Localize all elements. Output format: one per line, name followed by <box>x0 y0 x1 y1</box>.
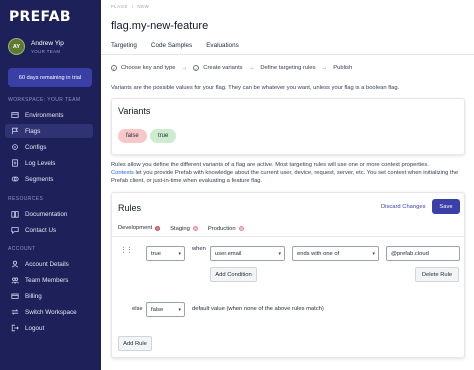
variant-false[interactable]: false <box>118 129 147 143</box>
breadcrumb: FLAGS / NEW <box>111 4 153 9</box>
sidebar-item-flags[interactable]: Flags <box>5 124 93 138</box>
variants-card: Variants false true <box>111 98 465 155</box>
default-value-select[interactable]: false ▾ <box>146 302 185 317</box>
status-dot-icon <box>155 225 161 231</box>
sidebar-item-label: Flags <box>25 127 41 135</box>
step-choose-key: ✓ Choose key and type <box>111 65 176 71</box>
delete-rule-button[interactable]: Delete Rule <box>415 267 459 282</box>
environments-icon <box>11 111 19 119</box>
else-label: else <box>132 306 143 312</box>
prefab-logo[interactable]: PREFAB <box>9 9 71 25</box>
sidebar-item-segments[interactable]: Segments <box>5 172 93 186</box>
sidebar-item-label: Configs <box>25 143 47 151</box>
sidebar-item-label: Logout <box>25 324 45 332</box>
check-circle-icon: ✓ <box>111 65 117 71</box>
discard-changes-button[interactable]: Discard Changes <box>381 204 425 210</box>
trial-banner[interactable]: 60 days remaining in trial <box>8 68 92 87</box>
sidebar-item-label: Account Details <box>25 260 69 268</box>
variant-true[interactable]: true <box>150 129 177 143</box>
user-profile[interactable]: AY Andrew Yip YOUR TEAM <box>8 38 64 55</box>
arrow-right-icon: → <box>321 65 328 71</box>
when-label: when <box>192 246 206 252</box>
log-icon <box>11 159 19 167</box>
variants-heading: Variants <box>118 106 151 116</box>
flag-icon <box>11 127 19 135</box>
contexts-link[interactable]: Contexts <box>111 170 134 176</box>
sidebar-item-account-details[interactable]: Account Details <box>5 257 93 271</box>
sidebar-item-label: Environments <box>25 111 64 119</box>
match-value-input[interactable]: @prefab.cloud <box>386 246 460 261</box>
status-dot-icon <box>192 226 198 231</box>
add-rule-button[interactable]: Add Rule <box>118 336 152 351</box>
sidebar-item-label: Switch Workspace <box>25 308 77 316</box>
user-icon <box>11 260 19 268</box>
sidebar-item-billing[interactable]: Billing <box>5 289 93 303</box>
gear-icon <box>11 143 19 151</box>
chat-icon <box>11 226 19 234</box>
save-button[interactable]: Save <box>432 199 460 214</box>
card-icon <box>11 292 19 300</box>
sidebar: PREFAB AY Andrew Yip YOUR TEAM 60 days r… <box>0 0 101 370</box>
step-define-rules: Define targeting rules <box>260 65 316 71</box>
rules-description: Rules allow you define the different var… <box>111 162 459 184</box>
arrow-right-icon: → <box>248 65 255 71</box>
breadcrumb-separator: / <box>131 4 134 9</box>
sidebar-item-label: Log Levels <box>25 159 56 167</box>
variants-help-text: Variants are the possible values for you… <box>111 85 400 91</box>
sidebar-item-configs[interactable]: Configs <box>5 140 93 154</box>
page-title: flag.my-new-feature <box>111 20 209 32</box>
rule-value-select[interactable]: true ▾ <box>146 246 185 261</box>
section-account: ACCOUNT <box>8 246 36 252</box>
step-create-variants: ✓ Create variants <box>193 65 243 71</box>
step-publish: Publish <box>333 65 353 71</box>
user-team: YOUR TEAM <box>31 48 61 54</box>
segments-icon <box>11 175 19 183</box>
book-icon <box>11 210 19 218</box>
team-icon <box>11 276 19 284</box>
chevron-down-icon: ▾ <box>178 307 181 313</box>
rules-heading: Rules <box>118 203 142 213</box>
sidebar-item-logout[interactable]: Logout <box>5 321 93 335</box>
drag-handle-icon[interactable]: ⋮⋮ <box>120 246 133 254</box>
chevron-down-icon: ▾ <box>278 251 281 257</box>
chevron-down-icon: ▾ <box>372 251 375 257</box>
user-name: Andrew Yip <box>31 39 64 47</box>
breadcrumb-new: NEW <box>137 4 150 9</box>
sidebar-item-switch-workspace[interactable]: Switch Workspace <box>5 305 93 319</box>
section-workspace: WORKSPACE: YOUR TEAM <box>8 97 81 103</box>
sidebar-item-team-members[interactable]: Team Members <box>5 273 93 287</box>
breadcrumb-flags[interactable]: FLAGS <box>111 4 128 9</box>
sidebar-item-label: Segments <box>25 175 54 183</box>
default-value-label: default value (when none of the above ru… <box>192 306 324 312</box>
sidebar-item-environments[interactable]: Environments <box>5 108 93 122</box>
sidebar-item-label: Contact Us <box>25 226 57 234</box>
rules-card: Rules Discard Changes Save Development S… <box>111 192 465 358</box>
sidebar-item-label: Billing <box>25 292 42 300</box>
tabs-divider <box>101 54 474 55</box>
status-dot-icon <box>238 226 244 231</box>
sidebar-item-contact-us[interactable]: Contact Us <box>5 223 93 237</box>
sidebar-item-documentation[interactable]: Documentation <box>5 207 93 221</box>
operator-select[interactable]: ends with one of ▾ <box>292 246 379 261</box>
add-condition-button[interactable]: Add Condition <box>210 267 257 282</box>
sidebar-item-label: Team Members <box>25 276 69 284</box>
property-select[interactable]: user.email ▾ <box>210 246 285 261</box>
avatar: AY <box>8 38 25 55</box>
main-content: FLAGS / NEW flag.my-new-feature Targeting … <box>101 0 474 370</box>
sidebar-item-log-levels[interactable]: Log Levels <box>5 156 93 170</box>
section-resources: RESOURCES <box>8 196 44 202</box>
rule-row: ⋮⋮ true ▾ when user.email ▾ ends with one … <box>112 237 464 287</box>
arrow-right-icon: → <box>181 65 188 71</box>
chevron-down-icon: ▾ <box>178 251 181 257</box>
switch-icon <box>11 308 19 316</box>
logout-icon <box>11 324 19 332</box>
check-circle-icon: ✓ <box>193 65 200 71</box>
sidebar-item-label: Documentation <box>25 210 68 218</box>
progress-steps: ✓ Choose key and type → ✓ Create variants … <box>111 65 352 71</box>
